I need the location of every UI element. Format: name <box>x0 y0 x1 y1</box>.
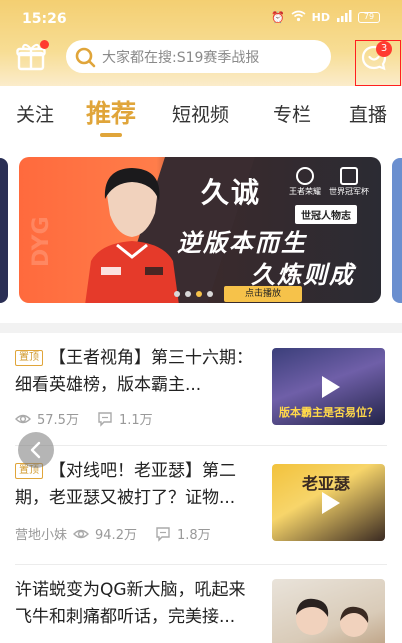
back-button[interactable] <box>18 432 54 468</box>
signal-icon <box>336 10 352 25</box>
category-tabs: 关注 推荐 短视频 专栏 直播 <box>0 86 402 138</box>
comment-icon <box>156 526 170 542</box>
network-type: HD <box>311 11 330 24</box>
comment-icon <box>98 411 112 427</box>
banner-next-peek[interactable] <box>392 158 402 303</box>
banner-carousel[interactable]: DYG 王者荣耀 世界冠军杯 久诚 世冠人物志 逆版本而生 久炼则成 点击播放 <box>19 157 381 303</box>
carousel-dot <box>174 291 180 297</box>
banner-slogan-1: 逆版本而生 <box>177 229 307 257</box>
tab-short-video[interactable]: 短视频 <box>172 100 229 127</box>
feed-item[interactable]: 置顶 【王者视角】第三十六期：细看英雄榜，版本霸主... 57.5万 1.1万 版… <box>0 333 402 445</box>
search-placeholder: 大家都在搜:S19赛季战报 <box>102 49 260 66</box>
feed-item-thumbnail[interactable] <box>272 579 385 643</box>
banner-side-text: DYG <box>29 216 54 267</box>
carousel-dots <box>174 291 213 297</box>
feed-item-thumbnail[interactable]: 老亚瑟 <box>272 464 385 541</box>
status-icons: ⏰ HD 79 <box>271 10 380 25</box>
message-count-badge: 3 <box>376 41 392 57</box>
game-logo: 王者荣耀 <box>289 167 321 197</box>
carousel-dot-active <box>196 291 202 297</box>
feed-item-meta: 营地小妹 94.2万 1.8万 <box>15 524 211 543</box>
comment-count: 1.8万 <box>176 528 211 543</box>
feed-item[interactable]: 置顶 【对线吧！老亚瑟】第二期，老亚瑟又被打了？证物... 营地小妹 94.2万 … <box>0 446 402 564</box>
messages-button[interactable]: 3 <box>355 40 401 86</box>
top-header: 15:26 ⏰ HD 79 大家都在搜:S19赛季战报 3 <box>0 0 402 86</box>
status-time: 15:26 <box>22 11 67 27</box>
view-count: 57.5万 <box>37 413 79 428</box>
banner-play-button[interactable]: 点击播放 <box>224 286 302 302</box>
feed-item-title: 许诺蜕变为QG新大脑，吼起来飞牛和刺痛都听话，完美接... <box>15 580 246 627</box>
banner-logos: 王者荣耀 世界冠军杯 <box>289 167 369 197</box>
search-bar[interactable]: 大家都在搜:S19赛季战报 <box>66 40 331 73</box>
active-tab-indicator <box>100 133 122 137</box>
feed-item[interactable]: 许诺蜕变为QG新大脑，吼起来飞牛和刺痛都听话，完美接... <box>0 565 402 643</box>
view-count: 94.2万 <box>95 528 137 543</box>
search-icon <box>75 47 96 67</box>
player-portrait <box>85 168 179 303</box>
championship-logo: 世界冠军杯 <box>329 167 369 197</box>
feed-item-thumbnail[interactable]: 版本霸主是否易位？ <box>272 348 385 425</box>
pinned-badge: 置顶 <box>15 350 43 366</box>
eye-icon <box>73 529 90 538</box>
banner-tag: 世冠人物志 <box>295 205 357 224</box>
feed-item-title: 置顶 【对线吧！老亚瑟】第二期，老亚瑟又被打了？证物... <box>15 461 236 508</box>
tab-live[interactable]: 直播 <box>349 100 387 127</box>
play-icon <box>322 492 340 514</box>
wifi-icon <box>291 10 306 25</box>
feed-item-title: 置顶 【王者视角】第三十六期：细看英雄榜，版本霸主... <box>15 348 253 395</box>
status-bar: 15:26 ⏰ HD 79 <box>0 0 402 38</box>
comment-count: 1.1万 <box>118 413 153 428</box>
eye-icon <box>15 414 31 423</box>
banner-slogan-2: 久炼则成 <box>251 261 355 289</box>
feed-item-meta: 57.5万 1.1万 <box>15 409 153 428</box>
alarm-icon: ⏰ <box>270 11 285 24</box>
carousel-dot <box>207 291 213 297</box>
carousel-dot <box>185 291 191 297</box>
section-divider <box>0 323 402 333</box>
chevron-left-icon <box>30 441 41 459</box>
author-name[interactable]: 营地小妹 <box>15 524 67 543</box>
battery-indicator: 79 <box>358 12 380 23</box>
tab-column[interactable]: 专栏 <box>273 100 311 127</box>
tab-follow[interactable]: 关注 <box>16 100 54 127</box>
play-icon <box>322 376 340 398</box>
gift-notification-dot <box>40 40 49 49</box>
thumbnail-image <box>296 598 369 637</box>
banner-title: 久诚 <box>201 176 262 209</box>
banner-prev-peek[interactable] <box>0 158 8 303</box>
thumbnail-caption: 版本霸主是否易位？ <box>279 406 378 419</box>
tab-recommend[interactable]: 推荐 <box>86 94 136 130</box>
